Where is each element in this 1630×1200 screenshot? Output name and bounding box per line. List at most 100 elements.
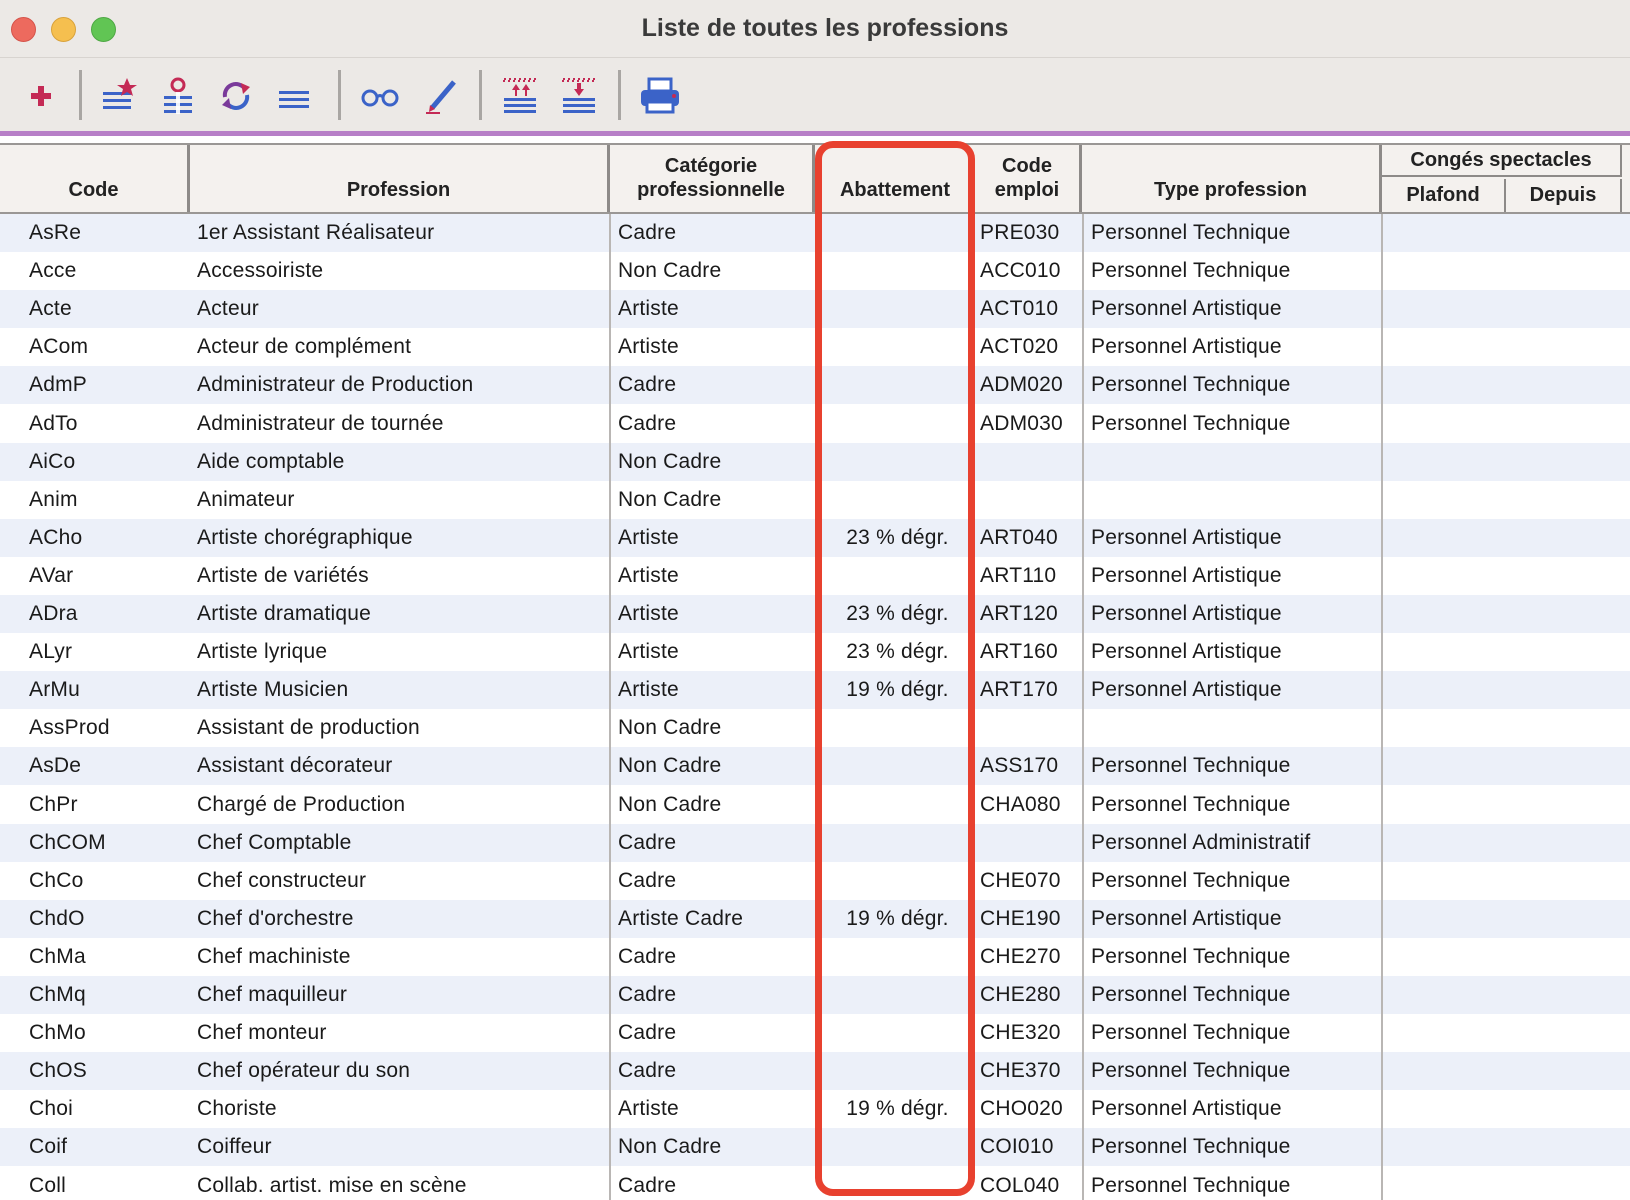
- table-row[interactable]: ChOS Chef opérateur du son Cadre CHE370 Pers…: [0, 1052, 1630, 1091]
- cell-type-profession: [1091, 443, 1379, 481]
- cell-profession: Chef d'orchestre: [197, 906, 354, 930]
- table-row[interactable]: AsRe 1er Assistant Réalisateur Cadre PRE030…: [0, 214, 1630, 252]
- export-button[interactable]: [555, 72, 603, 120]
- table-header: Code Profession Catégorie professionnell…: [0, 143, 1630, 214]
- cell-categorie: Cadre: [618, 1021, 677, 1045]
- table-row[interactable]: ChMa Chef machiniste Cadre CHE270 Personnel …: [0, 938, 1630, 976]
- cell-type-profession: Personnel Technique: [1091, 983, 1291, 1006]
- cell-abattement: [820, 1128, 975, 1166]
- column-group-conges-spectacles: Congés spectacles: [1382, 145, 1622, 177]
- column-header-depuis[interactable]: Depuis: [1506, 179, 1622, 212]
- cell-categorie: Non Cadre: [618, 449, 722, 473]
- cell-code-emploi: ART160: [980, 640, 1058, 664]
- cell-type-profession: Personnel Artistique: [1091, 906, 1282, 930]
- table-row[interactable]: ChdO Chef d'orchestre Artiste Cadre 19 % dé…: [0, 899, 1630, 938]
- header-label: Code: [1002, 155, 1052, 177]
- table-row[interactable]: Acte Acteur Artiste ACT010 Personnel Artisti…: [0, 290, 1630, 329]
- table-row[interactable]: Anim Animateur Non Cadre: [0, 481, 1630, 519]
- cell-categorie: Non Cadre: [618, 792, 722, 816]
- table-row[interactable]: ChCOM Chef Comptable Cadre Personnel Admini…: [0, 823, 1630, 862]
- cell-code: ADra: [29, 602, 78, 625]
- cell-code-emploi: CHE320: [980, 1021, 1061, 1045]
- table-row[interactable]: ArMu Artiste Musicien Artiste 19 % dégr. ART…: [0, 671, 1630, 710]
- column-header-code[interactable]: Code: [0, 145, 190, 212]
- cell-categorie: Artiste: [618, 297, 679, 321]
- table-row[interactable]: Choi Choriste Artiste 19 % dégr. CHO020 Perso…: [0, 1090, 1630, 1128]
- cell-profession: Chef constructeur: [197, 868, 367, 892]
- cell-categorie: Cadre: [618, 1173, 677, 1197]
- cell-abattement: [820, 747, 975, 785]
- cell-categorie: Cadre: [618, 983, 677, 1006]
- table-row[interactable]: AssProd Assistant de production Non Cadre: [0, 709, 1630, 747]
- column-divider: [1381, 214, 1383, 1200]
- table-row[interactable]: AiCo Aide comptable Non Cadre: [0, 442, 1630, 481]
- cell-categorie: Artiste: [618, 602, 679, 625]
- persons-list-button[interactable]: [154, 72, 202, 120]
- cell-code-emploi: [980, 481, 1080, 519]
- table-row[interactable]: Coif Coiffeur Non Cadre COI010 Personnel Tec…: [0, 1128, 1630, 1167]
- header-label: Catégorie: [664, 155, 758, 177]
- header-label: professionnelle: [637, 179, 785, 201]
- cell-categorie: Artiste: [618, 640, 679, 664]
- edit-button[interactable]: [418, 72, 466, 120]
- cell-categorie: Cadre: [618, 868, 677, 892]
- cell-categorie: Cadre: [618, 373, 677, 397]
- cell-profession: Artiste lyrique: [197, 640, 328, 664]
- cell-type-profession: Personnel Technique: [1091, 1021, 1291, 1045]
- import-button[interactable]: [496, 72, 544, 120]
- refresh-button[interactable]: [212, 72, 260, 120]
- cell-code: ACho: [29, 525, 83, 549]
- cell-profession: Coiffeur: [197, 1135, 272, 1159]
- add-button[interactable]: [17, 72, 65, 120]
- table-row[interactable]: ChCo Chef constructeur Cadre CHE070 Personne…: [0, 862, 1630, 900]
- cell-code-emploi: CHE190: [980, 906, 1061, 930]
- import-icon: [503, 78, 537, 113]
- column-header-code-emploi[interactable]: Code emploi: [975, 145, 1082, 212]
- cell-profession: Acteur de complément: [197, 335, 412, 359]
- column-header-profession[interactable]: Profession: [190, 145, 610, 212]
- table-row[interactable]: ChPr Chargé de Production Non Cadre CHA080 P…: [0, 786, 1630, 824]
- table-row[interactable]: AsDe Assistant décorateur Non Cadre ASS170 P…: [0, 747, 1630, 786]
- table-row[interactable]: AdmP Administrateur de Production Cadre ADM…: [0, 366, 1630, 405]
- favorites-list-button[interactable]: [95, 72, 143, 120]
- column-header-abattement[interactable]: Abattement: [815, 145, 975, 212]
- table-row[interactable]: ADra Artiste dramatique Artiste 23 % dégr. A…: [0, 595, 1630, 633]
- cell-categorie: Artiste: [618, 563, 679, 587]
- cell-code-emploi: ART110: [980, 563, 1057, 587]
- cell-code-emploi: CHE370: [980, 1059, 1061, 1083]
- cell-abattement: [820, 481, 975, 519]
- cell-profession: Animateur: [197, 487, 295, 511]
- table-row[interactable]: Coll Collab. artist. mise en scène Cadre CO…: [0, 1167, 1630, 1200]
- table-row[interactable]: ALyr Artiste lyrique Artiste 23 % dégr. ART1…: [0, 633, 1630, 671]
- column-header-categorie[interactable]: Catégorie professionnelle: [610, 145, 815, 212]
- header-label: Plafond: [1406, 184, 1480, 206]
- cell-profession: Choriste: [197, 1097, 277, 1121]
- view-button[interactable]: [356, 72, 404, 120]
- cell-profession: 1er Assistant Réalisateur: [197, 221, 435, 244]
- table-row[interactable]: AVar Artiste de variétés Artiste ART110 Pers…: [0, 557, 1630, 595]
- cell-abattement: [820, 443, 975, 481]
- print-button[interactable]: [636, 72, 684, 120]
- table-row[interactable]: AdTo Administrateur de tournée Cadre ADM030…: [0, 405, 1630, 443]
- table-row[interactable]: ChMo Chef monteur Cadre CHE320 Personnel Tec…: [0, 1014, 1630, 1052]
- cell-code: AsDe: [29, 754, 82, 778]
- cell-type-profession: Personnel Artistique: [1091, 678, 1282, 702]
- column-header-plafond[interactable]: Plafond: [1382, 179, 1506, 212]
- cell-code: ALyr: [29, 640, 73, 664]
- list-button[interactable]: [270, 72, 318, 120]
- table-row[interactable]: ChMq Chef maquilleur Cadre CHE280 Personnel …: [0, 976, 1630, 1014]
- table-row[interactable]: ACom Acteur de complément Artiste ACT020 Per…: [0, 328, 1630, 366]
- cell-type-profession: Personnel Technique: [1091, 792, 1291, 816]
- cell-code: AsRe: [29, 221, 82, 244]
- cell-code: ChCOM: [29, 830, 106, 854]
- cell-code: ChOS: [29, 1059, 87, 1083]
- column-header-type-profession[interactable]: Type profession: [1082, 145, 1382, 212]
- cell-code: ChCo: [29, 868, 84, 892]
- cell-code: ChMq: [29, 983, 86, 1006]
- table-row[interactable]: ACho Artiste chorégraphique Artiste 23 % dé…: [0, 518, 1630, 557]
- cell-abattement: [820, 290, 975, 328]
- add-icon: [31, 86, 51, 106]
- table-row[interactable]: Acce Accessoiriste Non Cadre ACC010 Personne…: [0, 252, 1630, 290]
- cell-type-profession: Personnel Artistique: [1091, 1097, 1282, 1121]
- cell-type-profession: Personnel Artistique: [1091, 335, 1282, 359]
